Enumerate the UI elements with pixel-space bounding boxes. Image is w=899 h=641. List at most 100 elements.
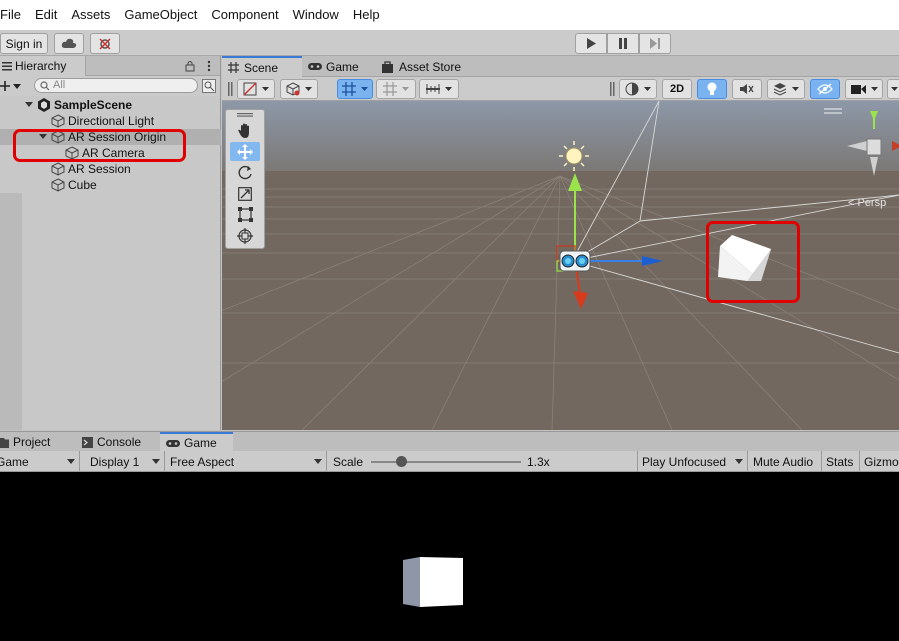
chevron-down-icon — [402, 86, 409, 91]
lock-icon[interactable] — [185, 60, 195, 72]
grid-snapping-toggle[interactable] — [337, 79, 373, 99]
tab-console[interactable]: Console — [80, 432, 160, 452]
camera-settings-dropdown[interactable] — [845, 79, 883, 99]
hierarchy-label-ar-session: AR Session — [68, 162, 131, 176]
hierarchy-item-samplescene[interactable]: SampleScene — [0, 97, 221, 113]
stats-toggle[interactable]: Stats — [823, 451, 860, 472]
tab-game-bottom[interactable]: Game — [160, 432, 233, 452]
hierarchy-item-directional-light[interactable]: Directional Light — [0, 113, 221, 129]
gizmos-label: Gizmos — [864, 454, 899, 469]
search-icon — [40, 81, 50, 91]
expand-arrow-icon[interactable] — [25, 102, 33, 108]
cloud-button[interactable] — [54, 33, 84, 54]
rotate-tool[interactable] — [230, 163, 260, 182]
aspect-dropdown[interactable]: Free Aspect — [166, 451, 327, 472]
effects-dropdown[interactable] — [767, 79, 805, 99]
play-controls — [575, 33, 671, 54]
chevron-down-icon — [152, 459, 160, 464]
move-tool[interactable] — [230, 142, 260, 161]
draw-mode-dropdown[interactable] — [237, 79, 275, 99]
drag-handle-icon[interactable] — [610, 82, 615, 96]
play-mode-dropdown[interactable]: Play Unfocused — [639, 451, 748, 472]
tab-project[interactable]: Project — [0, 432, 82, 452]
console-icon — [82, 436, 93, 448]
shading-mode-dropdown[interactable] — [619, 79, 657, 99]
rect-transform-icon — [237, 207, 253, 222]
menu-edit[interactable]: Edit — [28, 0, 64, 30]
gizmos-toggle[interactable]: Gizmos — [861, 451, 899, 472]
mute-audio-toggle[interactable]: Mute Audio — [749, 451, 822, 472]
step-button[interactable] — [639, 33, 671, 54]
hand-tool[interactable] — [230, 121, 260, 140]
hierarchy-gutter — [0, 193, 22, 430]
game-view[interactable] — [0, 472, 899, 641]
scene-visibility-toggle[interactable] — [810, 79, 840, 99]
menu-assets[interactable]: Assets — [64, 0, 117, 30]
tab-game-label: Game — [326, 59, 359, 74]
rect-tool[interactable] — [230, 205, 260, 224]
light-bulb-icon — [707, 82, 717, 95]
tab-game[interactable]: Game — [302, 56, 376, 77]
scale-slider-thumb[interactable] — [396, 456, 407, 467]
chevron-down-icon — [445, 86, 452, 91]
video-camera-icon — [850, 84, 866, 94]
gizmos-dropdown[interactable] — [887, 79, 899, 99]
chevron-down-icon — [361, 86, 368, 91]
increment-snap-dropdown[interactable] — [376, 79, 416, 99]
render-mode-dropdown[interactable] — [280, 79, 318, 99]
shopping-bag-icon — [382, 60, 393, 73]
menu-help[interactable]: Help — [346, 0, 387, 30]
scene-tab-bar: Scene Game Asset Store — [222, 56, 899, 77]
tab-scene[interactable]: Scene — [222, 56, 302, 77]
sign-in-button[interactable]: Sign in — [0, 33, 48, 54]
tab-asset-store[interactable]: Asset Store — [376, 56, 476, 77]
hierarchy-search-row: All — [0, 76, 220, 96]
lighting-toggle[interactable] — [697, 79, 727, 99]
scale-tool[interactable] — [230, 184, 260, 203]
hierarchy-label-samplescene: SampleScene — [54, 98, 133, 112]
pause-button[interactable] — [607, 33, 639, 54]
view-mode-dropdown[interactable]: Game — [0, 451, 80, 472]
layers-effects-icon — [773, 83, 787, 96]
projection-label[interactable]: < Persp — [848, 197, 886, 209]
snap-settings-dropdown[interactable] — [419, 79, 459, 99]
unity-scene-icon — [38, 98, 50, 112]
menu-component[interactable]: Component — [204, 0, 285, 30]
menu-file[interactable]: File — [0, 0, 28, 30]
gameobject-cube-icon — [51, 178, 65, 192]
pause-icon — [619, 38, 627, 49]
gamepad-icon — [308, 63, 322, 70]
game-cube — [403, 557, 463, 607]
snap-increment-icon — [383, 82, 397, 96]
scale-slider-track[interactable] — [371, 461, 521, 463]
audio-toggle[interactable] — [732, 79, 762, 99]
grid-icon — [228, 62, 239, 73]
toggle-2d-label: 2D — [669, 83, 685, 95]
transform-combined-icon — [237, 227, 253, 244]
chevron-down-icon — [305, 86, 312, 91]
more-options-icon[interactable] — [207, 60, 211, 72]
plus-icon[interactable] — [0, 81, 10, 91]
hierarchy-search-input[interactable]: All — [34, 78, 198, 93]
search-filter-icon[interactable] — [202, 79, 216, 93]
toggle-2d-button[interactable]: 2D — [662, 79, 692, 99]
menu-window[interactable]: Window — [286, 0, 346, 30]
drag-handle-icon[interactable] — [237, 113, 253, 117]
mute-audio-label: Mute Audio — [753, 454, 814, 469]
game-render — [403, 557, 463, 607]
scale-icon — [238, 186, 252, 201]
hierarchy-item-cube[interactable]: Cube — [0, 177, 221, 193]
menu-gameobject[interactable]: GameObject — [117, 0, 204, 30]
play-button[interactable] — [575, 33, 607, 54]
hierarchy-search-placeholder: All — [53, 79, 66, 91]
hierarchy-item-ar-session[interactable]: AR Session — [0, 161, 221, 177]
drag-handle-icon[interactable] — [228, 82, 233, 96]
chevron-down-icon[interactable] — [13, 84, 21, 90]
collab-button[interactable] — [90, 33, 120, 54]
scale-value: 1.3x — [527, 454, 550, 469]
sign-in-label: Sign in — [5, 36, 43, 51]
transform-tool[interactable] — [230, 226, 260, 245]
chevron-down-icon — [792, 86, 799, 91]
tab-hierarchy[interactable]: Hierarchy — [0, 56, 86, 76]
display-dropdown[interactable]: Display 1 — [82, 451, 165, 472]
